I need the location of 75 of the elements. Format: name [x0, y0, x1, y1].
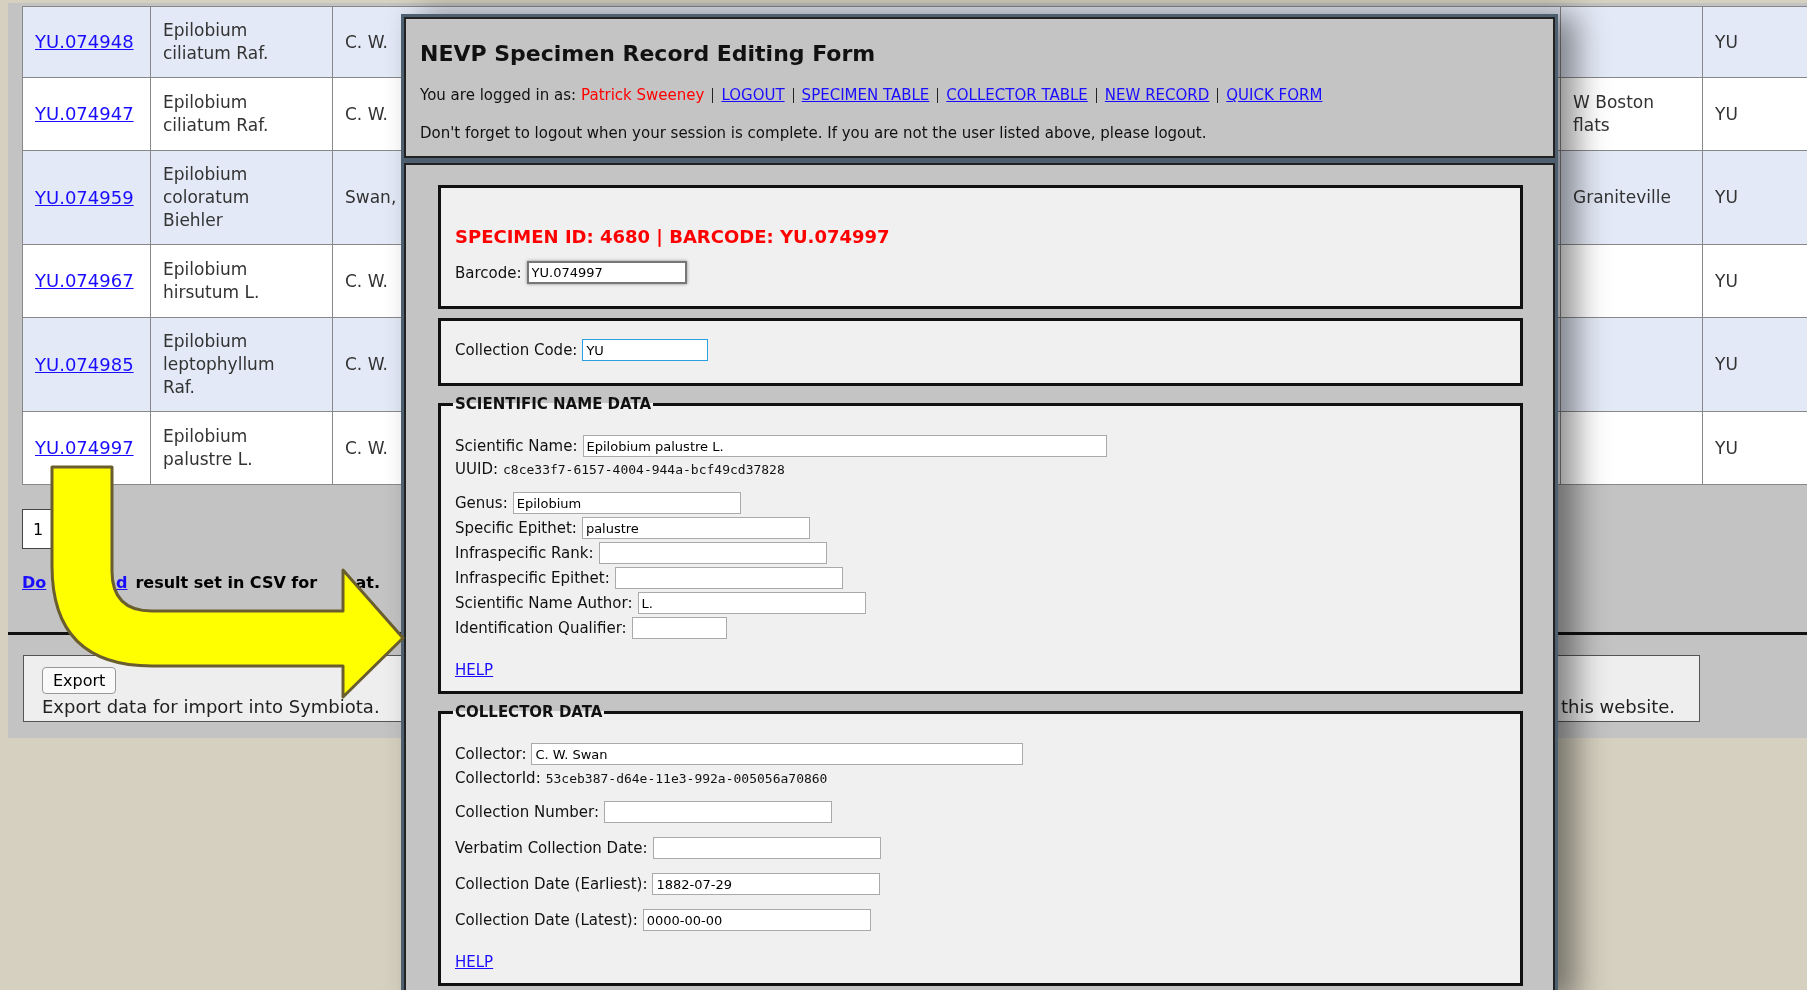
- table-cell: YU: [1715, 103, 1738, 124]
- table-cell: C. W.: [345, 31, 388, 52]
- field-value: 53ceb387-d64e-11e3-992a-005056a70860: [545, 770, 828, 786]
- field-label: Genus:: [455, 494, 508, 512]
- section-legend: COLLECTOR DATA: [453, 703, 605, 721]
- section-legend: SCIENTIFIC NAME DATA: [453, 395, 654, 413]
- field-label: Collection Number:: [455, 803, 599, 821]
- table-cell: YU: [1715, 270, 1738, 291]
- input-field[interactable]: [652, 837, 881, 859]
- nav-link[interactable]: QUICK FORM: [1226, 86, 1323, 104]
- input-field[interactable]: C. W. Swan: [531, 743, 1024, 765]
- download-text: result set in CSV for: [135, 573, 319, 592]
- export-description: Export data for import into Symbiota.: [42, 696, 380, 717]
- table-cell: C. W.: [345, 437, 388, 458]
- table-cell: YU: [1715, 187, 1738, 207]
- logout-reminder: Don't forget to logout when your session is complete. If you are not the user listed above, please logout.: [420, 124, 1208, 142]
- nav-link[interactable]: SPECIMEN TABLE: [801, 86, 930, 104]
- field-label: UUID:: [455, 460, 498, 478]
- download-link[interactable]: Do: [22, 573, 50, 592]
- table-cell: Epilobium ciliatum Raf.: [163, 92, 269, 135]
- input-field[interactable]: Epilobium palustre L.: [582, 435, 1107, 457]
- login-label: You are logged in as:: [420, 86, 577, 104]
- input-field[interactable]: [631, 617, 727, 639]
- input-field[interactable]: [614, 567, 843, 589]
- table-cell: YU: [1715, 437, 1738, 458]
- table-cell: Epilobium coloratum Biehler: [163, 164, 250, 230]
- nav-link[interactable]: COLLECTOR TABLE: [946, 86, 1088, 104]
- nav-link[interactable]: NEW RECORD: [1104, 86, 1210, 104]
- form-title: NEVP Specimen Record Editing Form: [420, 41, 877, 66]
- table-cell: YU: [1715, 31, 1738, 52]
- field-label: Barcode:: [455, 263, 522, 282]
- input-field[interactable]: L.: [637, 592, 866, 614]
- table-cell: YU: [1715, 354, 1738, 374]
- field-label: Collection Date (Latest):: [455, 911, 638, 929]
- input-field[interactable]: 1882-07-29: [652, 873, 881, 895]
- input-field[interactable]: YU.074997: [526, 261, 687, 284]
- barcode-link[interactable]: YU.074985: [35, 353, 134, 375]
- field-label: Specific Epithet:: [455, 519, 577, 537]
- input-field[interactable]: [604, 801, 832, 823]
- table-cell: C. W.: [345, 354, 388, 374]
- table-cell: Epilobium hirsutum L.: [163, 259, 260, 302]
- field-label: Collection Code:: [455, 341, 578, 359]
- field-value: c8ce33f7-6157-4004-944a-bcf49cd37828: [503, 461, 785, 477]
- barcode-link[interactable]: YU.074959: [35, 186, 134, 208]
- table-cell: W Boston flats: [1573, 92, 1654, 135]
- help-link[interactable]: HELP: [455, 661, 1506, 679]
- table-cell: C. W.: [345, 270, 388, 291]
- field-label: Scientific Name Author:: [455, 594, 633, 612]
- table-cell: Epilobium ciliatum Raf.: [163, 20, 269, 63]
- field-label: Infraspecific Rank:: [455, 544, 594, 562]
- table-cell: Epilobium palustre L.: [163, 426, 253, 469]
- nav-link[interactable]: LOGOUT: [721, 86, 785, 104]
- table-cell: Epilobium leptophyllum Raf.: [163, 331, 275, 397]
- field-label: Collector:: [455, 745, 527, 763]
- export-button[interactable]: Export: [42, 667, 117, 694]
- download-link[interactable]: d: [116, 573, 128, 592]
- table-cell: Graniteville: [1573, 187, 1671, 207]
- input-field[interactable]: [598, 542, 827, 564]
- help-link[interactable]: HELP: [455, 953, 1506, 971]
- field-label: Collection Date (Earliest):: [455, 875, 648, 893]
- field-label: Identification Qualifier:: [455, 619, 627, 637]
- input-field[interactable]: YU: [582, 339, 709, 361]
- page-button[interactable]: 1: [22, 509, 52, 549]
- input-field[interactable]: 0000-00-00: [642, 909, 871, 931]
- input-field[interactable]: Epilobium: [512, 492, 741, 514]
- export-note: this website.: [1560, 696, 1675, 717]
- field-label: Infraspecific Epithet:: [455, 569, 610, 587]
- field-label: Scientific Name:: [455, 437, 578, 455]
- user-name: Patrick Sweeney: [581, 86, 705, 104]
- table-cell: Swan,: [345, 187, 397, 207]
- input-field[interactable]: palustre: [581, 517, 810, 539]
- specimen-heading: SPECIMEN ID: 4680 | BARCODE: YU.074997: [455, 226, 891, 247]
- field-label: Verbatim Collection Date:: [455, 839, 648, 857]
- field-label: CollectorId:: [455, 769, 541, 787]
- table-cell: C. W.: [345, 103, 388, 124]
